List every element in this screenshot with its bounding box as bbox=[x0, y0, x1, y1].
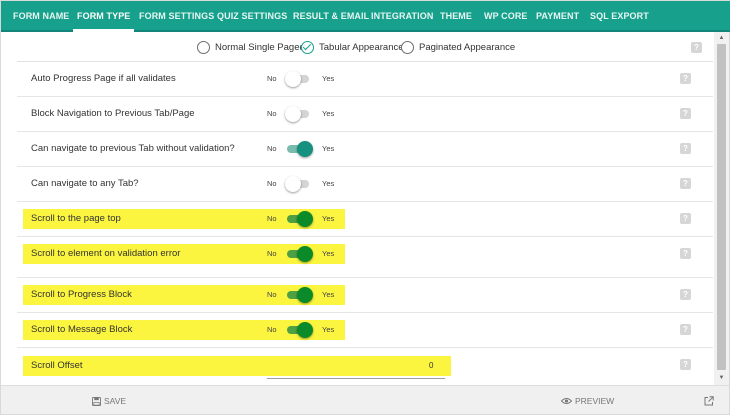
form-builder-window: FORM NAME FORM TYPE FORM SETTINGS QUIZ SETT… bbox=[0, 0, 730, 415]
toggle-switch[interactable] bbox=[285, 322, 313, 338]
appearance-radio-group: ? Normal Single Paged Tabular Appearance P… bbox=[1, 32, 714, 62]
toggle-yes-label: Yes bbox=[322, 144, 335, 153]
toggle-no-label: No bbox=[267, 74, 277, 83]
setting-label: Scroll Offset bbox=[31, 360, 83, 371]
scroll-up-arrow-icon[interactable]: ▲ bbox=[714, 34, 729, 43]
setting-row-scroll-to-element-on-validation-error: Scroll to element on validation error No Y… bbox=[17, 237, 713, 278]
tab-wp-core[interactable]: WP CORE bbox=[484, 1, 528, 32]
radio-normal-single-paged[interactable]: Normal Single Paged bbox=[197, 39, 305, 55]
setting-row-scroll-to-the-page-top: Scroll to the page top No Yes? bbox=[17, 202, 713, 237]
eye-icon bbox=[561, 398, 572, 404]
setting-label: Can navigate to previous Tab without val… bbox=[31, 143, 235, 154]
setting-row-scroll-to-message-block: Scroll to Message Block No Yes? bbox=[17, 313, 713, 348]
toggle-knob bbox=[285, 71, 301, 87]
footer-toolbar: SAVE PREVIEW bbox=[1, 385, 729, 414]
toggle-yes-label: Yes bbox=[322, 325, 335, 334]
help-icon[interactable]: ? bbox=[680, 359, 691, 370]
toggle-yes-label: Yes bbox=[322, 214, 335, 223]
radio-label: Normal Single Paged bbox=[215, 41, 305, 53]
setting-row-can-navigate-to-previous-tab-without-validation: Can navigate to previous Tab without val… bbox=[17, 132, 713, 167]
help-icon[interactable]: ? bbox=[680, 213, 691, 224]
setting-label: Block Navigation to Previous Tab/Page bbox=[31, 108, 195, 119]
help-icon[interactable]: ? bbox=[680, 73, 691, 84]
tab-form-name[interactable]: FORM NAME bbox=[13, 1, 69, 32]
toggle-knob bbox=[285, 176, 301, 192]
setting-label: Scroll to element on validation error bbox=[31, 248, 181, 259]
open-external-button[interactable] bbox=[704, 395, 717, 407]
tab-form-type[interactable]: FORM TYPE bbox=[72, 1, 135, 32]
setting-row-can-navigate-to-any-tab: Can navigate to any Tab? No Yes? bbox=[17, 167, 713, 202]
input-underline bbox=[267, 378, 445, 379]
highlight-marker bbox=[23, 356, 451, 376]
radio-paginated-appearance[interactable]: Paginated Appearance bbox=[401, 39, 515, 55]
toggle-no-label: No bbox=[267, 249, 277, 258]
setting-row-scroll-offset: Scroll Offset 0? bbox=[17, 348, 713, 385]
vertical-scrollbar[interactable]: ▲ ▼ bbox=[714, 32, 729, 385]
help-icon[interactable]: ? bbox=[680, 108, 691, 119]
tab-payment[interactable]: PAYMENT bbox=[536, 1, 579, 32]
toggle-yes-label: Yes bbox=[322, 179, 335, 188]
help-icon[interactable]: ? bbox=[680, 324, 691, 335]
toggle-no-label: No bbox=[267, 179, 277, 188]
help-icon[interactable]: ? bbox=[691, 42, 702, 53]
setting-label: Scroll to the page top bbox=[31, 213, 121, 224]
floppy-disk-icon bbox=[92, 396, 101, 406]
settings-list: Auto Progress Page if all validates No Yes… bbox=[17, 61, 713, 385]
help-icon[interactable]: ? bbox=[680, 248, 691, 259]
setting-label: Can navigate to any Tab? bbox=[31, 178, 139, 189]
save-button[interactable]: SAVE bbox=[92, 395, 126, 407]
toggle-yes-label: Yes bbox=[322, 290, 335, 299]
toggle-switch[interactable] bbox=[285, 287, 313, 303]
tab-integration[interactable]: INTEGRATION bbox=[371, 1, 433, 32]
help-icon[interactable]: ? bbox=[680, 178, 691, 189]
toggle-yes-label: Yes bbox=[322, 74, 335, 83]
tab-bar: FORM NAME FORM TYPE FORM SETTINGS QUIZ SETT… bbox=[1, 1, 730, 32]
toggle-no-label: No bbox=[267, 144, 277, 153]
toggle-no-label: No bbox=[267, 290, 277, 299]
toggle-switch[interactable] bbox=[285, 141, 313, 157]
tab-result-email[interactable]: RESULT & EMAIL bbox=[293, 1, 369, 32]
preview-label: PREVIEW bbox=[575, 396, 615, 406]
setting-row-block-navigation-to-previous-tab-page: Block Navigation to Previous Tab/Page No Y… bbox=[17, 97, 713, 132]
tab-quiz-settings[interactable]: QUIZ SETTINGS bbox=[217, 1, 287, 32]
toggle-knob bbox=[297, 211, 313, 227]
tab-theme[interactable]: THEME bbox=[440, 1, 472, 32]
toggle-yes-label: Yes bbox=[322, 109, 335, 118]
help-icon[interactable]: ? bbox=[680, 143, 691, 154]
radio-unchecked-icon[interactable] bbox=[197, 40, 210, 54]
toggle-knob bbox=[297, 287, 313, 303]
radio-checked-icon[interactable] bbox=[301, 40, 314, 54]
toggle-switch[interactable] bbox=[285, 106, 311, 122]
external-link-icon bbox=[704, 396, 714, 406]
help-icon[interactable]: ? bbox=[680, 289, 691, 300]
scroll-down-arrow-icon[interactable]: ▼ bbox=[714, 374, 729, 383]
radio-unchecked-icon[interactable] bbox=[401, 40, 414, 54]
toggle-no-label: No bbox=[267, 214, 277, 223]
save-label: SAVE bbox=[104, 396, 127, 406]
toggle-no-label: No bbox=[267, 109, 277, 118]
toggle-switch[interactable] bbox=[285, 176, 311, 192]
scroll-offset-input[interactable]: 0 bbox=[429, 361, 433, 370]
toggle-knob bbox=[297, 141, 313, 157]
toggle-switch[interactable] bbox=[285, 246, 313, 262]
setting-label: Scroll to Progress Block bbox=[31, 289, 132, 300]
tab-form-settings[interactable]: FORM SETTINGS bbox=[139, 1, 214, 32]
toggle-switch[interactable] bbox=[285, 211, 313, 227]
preview-button[interactable]: PREVIEW bbox=[561, 395, 614, 407]
setting-label: Scroll to Message Block bbox=[31, 324, 133, 335]
radio-label: Paginated Appearance bbox=[419, 41, 516, 53]
setting-row-scroll-to-progress-block: Scroll to Progress Block No Yes? bbox=[17, 278, 713, 313]
scrollbar-thumb[interactable] bbox=[717, 44, 726, 370]
setting-label: Auto Progress Page if all validates bbox=[31, 73, 176, 84]
toggle-switch[interactable] bbox=[285, 71, 311, 87]
radio-tabular-appearance[interactable]: Tabular Appearance bbox=[301, 39, 404, 55]
toggle-knob bbox=[285, 106, 301, 122]
radio-label: Tabular Appearance bbox=[319, 41, 404, 53]
toggle-knob bbox=[297, 246, 313, 262]
toggle-no-label: No bbox=[267, 325, 277, 334]
tab-sql-export[interactable]: SQL EXPORT bbox=[590, 1, 649, 32]
toggle-knob bbox=[297, 322, 313, 338]
toggle-yes-label: Yes bbox=[322, 249, 335, 258]
setting-row-auto-progress-page-if-all-validates: Auto Progress Page if all validates No Yes… bbox=[17, 62, 713, 97]
